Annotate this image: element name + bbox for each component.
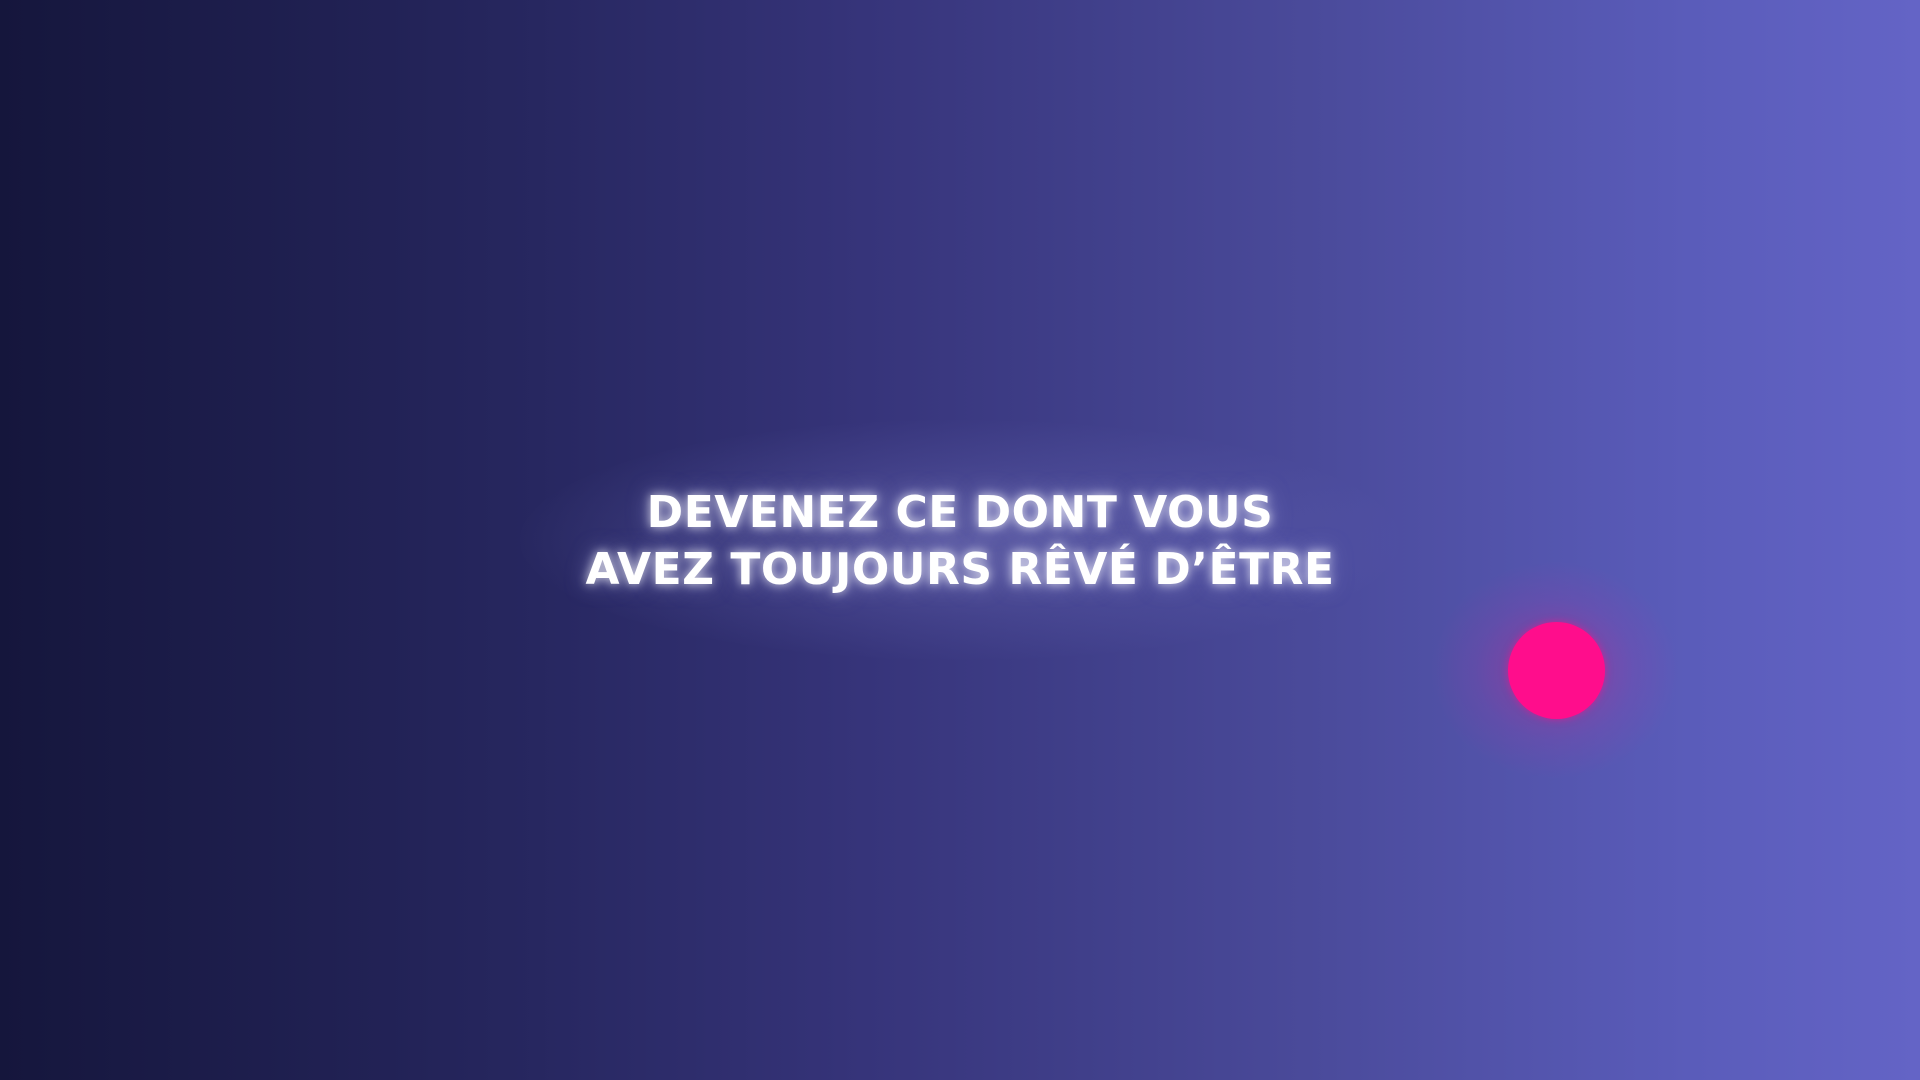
headline-line-2: AVEZ TOUJOURS RÊVÉ D’ÊTRE	[585, 544, 1335, 595]
headline-line-1: DEVENEZ CE DONT VOUS	[646, 487, 1274, 538]
headline: DEVENEZ CE DONT VOUS AVEZ TOUJOURS RÊVÉ …	[0, 484, 1920, 598]
pink-dot-icon	[1508, 622, 1605, 719]
slide-canvas: DEVENEZ CE DONT VOUS AVEZ TOUJOURS RÊVÉ …	[0, 0, 1920, 1080]
